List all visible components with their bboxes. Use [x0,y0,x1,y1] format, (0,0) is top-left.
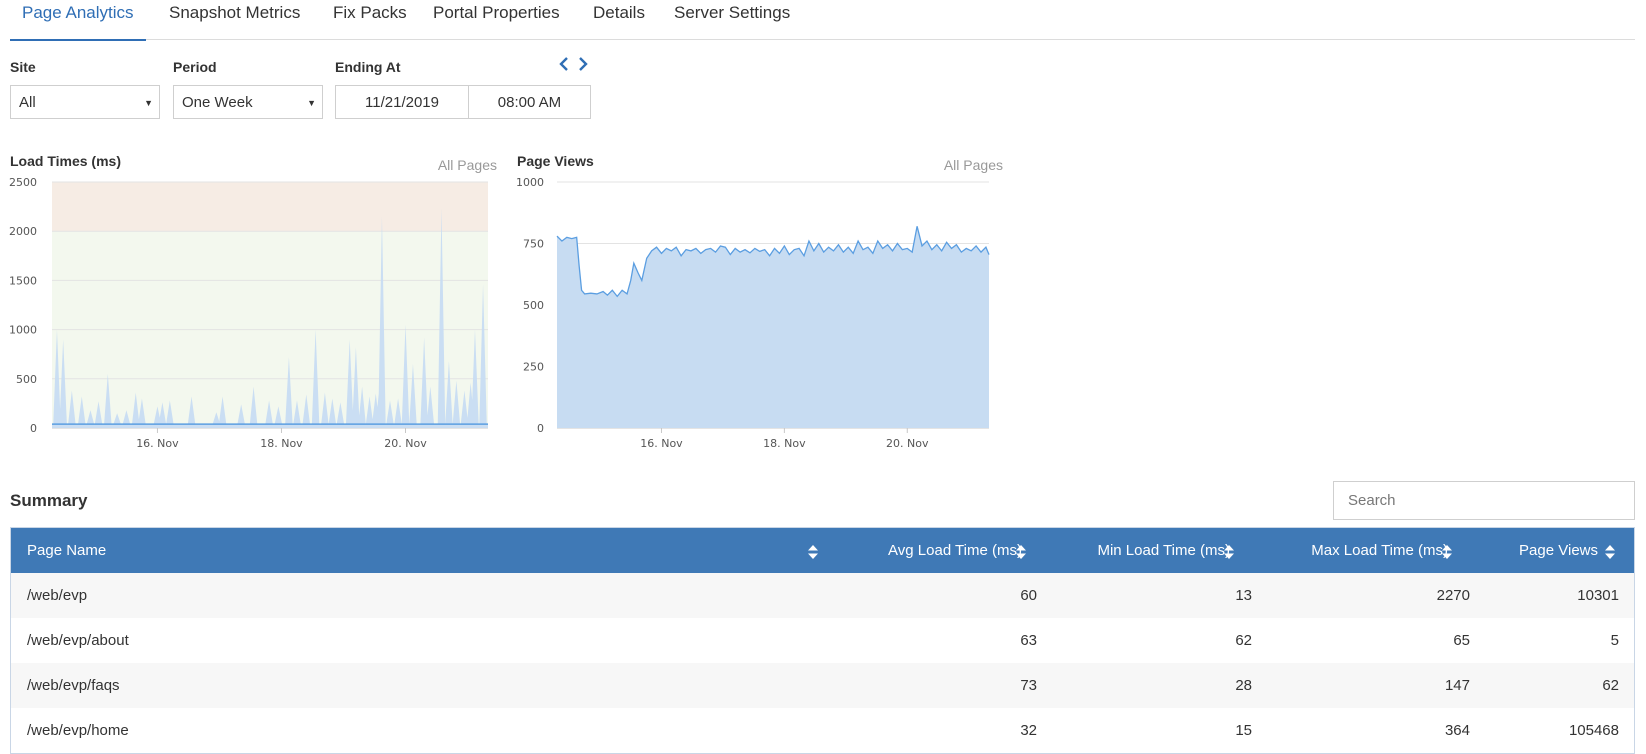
col-min-load-time[interactable]: Min Load Time (ms) [1097,528,1230,573]
cell-max-load: 147 [1444,677,1470,694]
col-page-views[interactable]: Page Views [1519,528,1598,573]
search-input[interactable] [1333,481,1635,520]
ending-at-label: Ending At [335,59,401,75]
cell-page-views: 105468 [1568,722,1619,739]
y-tick-label: 1500 [9,274,37,287]
tab-page-analytics[interactable]: Page Analytics [10,0,145,41]
y-tick-label: 250 [523,361,544,374]
site-select-value: All [19,94,36,111]
x-tick-label: 16. Nov [640,437,683,450]
sort-icon[interactable] [1442,545,1452,559]
y-tick-label: 2000 [9,225,37,238]
page-views-chart: 0 250 500 750 1000 16. Nov 18. Nov 20. Nov [516,176,990,450]
period-select[interactable]: One Week ▼ [173,85,323,119]
table-body: /web/evp 60 13 2270 10301 /web/evp/about… [11,573,1634,753]
sort-icon[interactable] [1605,545,1615,559]
summary-table: Page Name Avg Load Time (ms) Min Load Ti… [10,527,1635,754]
site-label: Site [10,59,36,75]
tab-bar: Page Analytics Snapshot Metrics Fix Pack… [10,0,1635,41]
tab-snapshot-metrics[interactable]: Snapshot Metrics [169,0,300,40]
site-select[interactable]: All ▼ [10,85,160,119]
y-tick-label: 500 [523,299,544,312]
tab-server-settings[interactable]: Server Settings [674,0,790,40]
cell-avg-load: 60 [1020,587,1037,604]
cell-max-load: 364 [1444,722,1470,739]
tab-details[interactable]: Details [593,0,645,40]
tab-fix-packs[interactable]: Fix Packs [333,0,407,40]
cell-page-views: 5 [1610,632,1619,649]
date-input[interactable]: 11/21/2019 [336,86,468,118]
y-tick-label: 500 [16,373,37,386]
col-page-name[interactable]: Page Name [27,528,106,573]
x-tick-label: 20. Nov [886,437,929,450]
cell-page-name: /web/evp/home [27,722,129,739]
cell-min-load: 13 [1235,587,1252,604]
sort-icon[interactable] [1016,545,1026,559]
y-tick-label: 2500 [9,176,37,189]
cell-avg-load: 63 [1020,632,1037,649]
table-row[interactable]: /web/evp/about 63 62 65 5 [11,618,1634,663]
col-avg-load-time[interactable]: Avg Load Time (ms) [888,528,1022,573]
cell-min-load: 15 [1235,722,1252,739]
load-times-title: Load Times (ms) [10,153,121,169]
cell-page-name: /web/evp/about [27,632,129,649]
y-tick-label: 1000 [516,176,544,189]
table-row[interactable]: /web/evp/faqs 73 28 147 62 [11,663,1634,708]
x-tick-label: 18. Nov [763,437,806,450]
summary-title: Summary [10,491,88,510]
sort-icon[interactable] [1224,545,1234,559]
cell-page-name: /web/evp/faqs [27,677,120,694]
caret-down-icon: ▼ [144,98,153,108]
cell-min-load: 28 [1235,677,1252,694]
cell-avg-load: 32 [1020,722,1037,739]
page-views-area [557,226,989,428]
cell-page-views: 10301 [1577,587,1619,604]
time-input[interactable]: 08:00 AM [469,86,590,118]
y-tick-label: 0 [537,422,544,435]
period-label: Period [173,59,217,75]
tab-portal-properties[interactable]: Portal Properties [433,0,560,40]
load-times-chart: 0 500 1000 1500 2000 2500 16. Nov 18. Nov 20. No… [9,176,488,450]
page-views-title: Page Views [517,153,594,169]
caret-down-icon: ▼ [307,98,316,108]
cell-max-load: 65 [1453,632,1470,649]
y-tick-label: 0 [30,422,37,435]
chevron-right-icon[interactable] [575,55,591,73]
y-tick-label: 1000 [9,324,37,337]
chevron-left-icon[interactable] [556,55,572,73]
y-tick-label: 750 [523,238,544,251]
cell-page-views: 62 [1602,677,1619,694]
cell-min-load: 62 [1235,632,1252,649]
ending-at-field: 11/21/2019 08:00 AM [335,85,591,119]
cell-max-load: 2270 [1436,587,1470,604]
x-tick-label: 16. Nov [136,437,179,450]
x-tick-label: 20. Nov [384,437,427,450]
table-row[interactable]: /web/evp 60 13 2270 10301 [11,573,1634,618]
table-header: Page Name Avg Load Time (ms) Min Load Ti… [11,528,1634,573]
period-select-value: One Week [182,94,253,111]
x-tick-label: 18. Nov [260,437,303,450]
sort-icon[interactable] [808,545,818,559]
col-max-load-time[interactable]: Max Load Time (ms) [1311,528,1448,573]
table-row[interactable]: /web/evp/home 32 15 364 105468 [11,708,1634,753]
cell-page-name: /web/evp [27,587,88,604]
cell-avg-load: 73 [1020,677,1037,694]
threshold-band-warning [52,182,488,232]
